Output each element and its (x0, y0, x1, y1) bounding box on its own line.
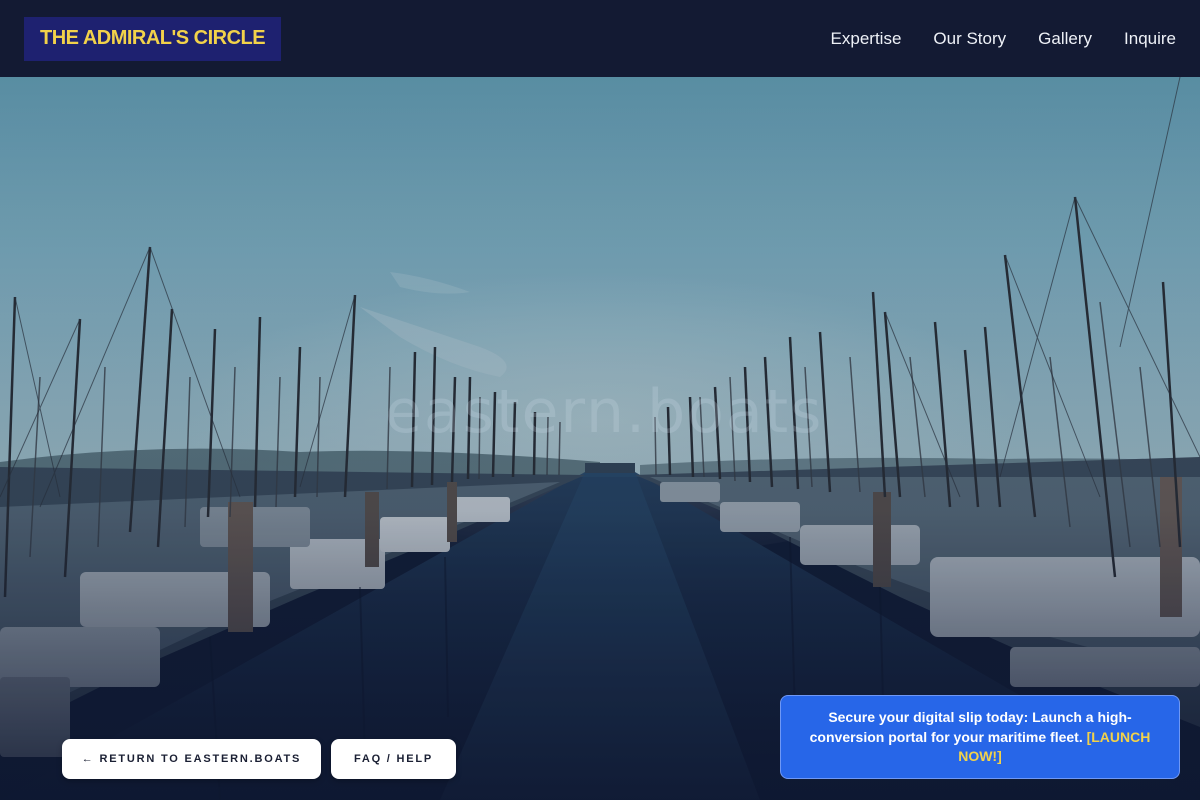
promo-text: Secure your digital slip today: Launch a… (809, 709, 1132, 745)
site-header: THE ADMIRAL'S CIRCLE Expertise Our Story… (0, 0, 1200, 77)
nav-link-expertise[interactable]: Expertise (831, 29, 902, 49)
site-logo[interactable]: THE ADMIRAL'S CIRCLE (24, 16, 282, 61)
marina-photo (0, 77, 1200, 800)
logo-text: THE ADMIRAL'S CIRCLE (40, 27, 266, 49)
hero-marina-image: eastern.boats (0, 77, 1200, 800)
return-to-eastern-boats-button[interactable]: ← RETURN TO EASTERN.BOATS (62, 739, 321, 779)
promo-banner[interactable]: Secure your digital slip today: Launch a… (780, 695, 1180, 779)
nav-link-inquire[interactable]: Inquire (1124, 29, 1176, 49)
return-button-label: ← RETURN TO EASTERN.BOATS (81, 753, 302, 765)
faq-help-button[interactable]: FAQ / HELP (331, 739, 456, 779)
nav-link-our-story[interactable]: Our Story (933, 29, 1006, 49)
main-nav: Expertise Our Story Gallery Inquire (831, 29, 1176, 49)
nav-link-gallery[interactable]: Gallery (1038, 29, 1092, 49)
faq-button-label: FAQ / HELP (353, 753, 434, 765)
